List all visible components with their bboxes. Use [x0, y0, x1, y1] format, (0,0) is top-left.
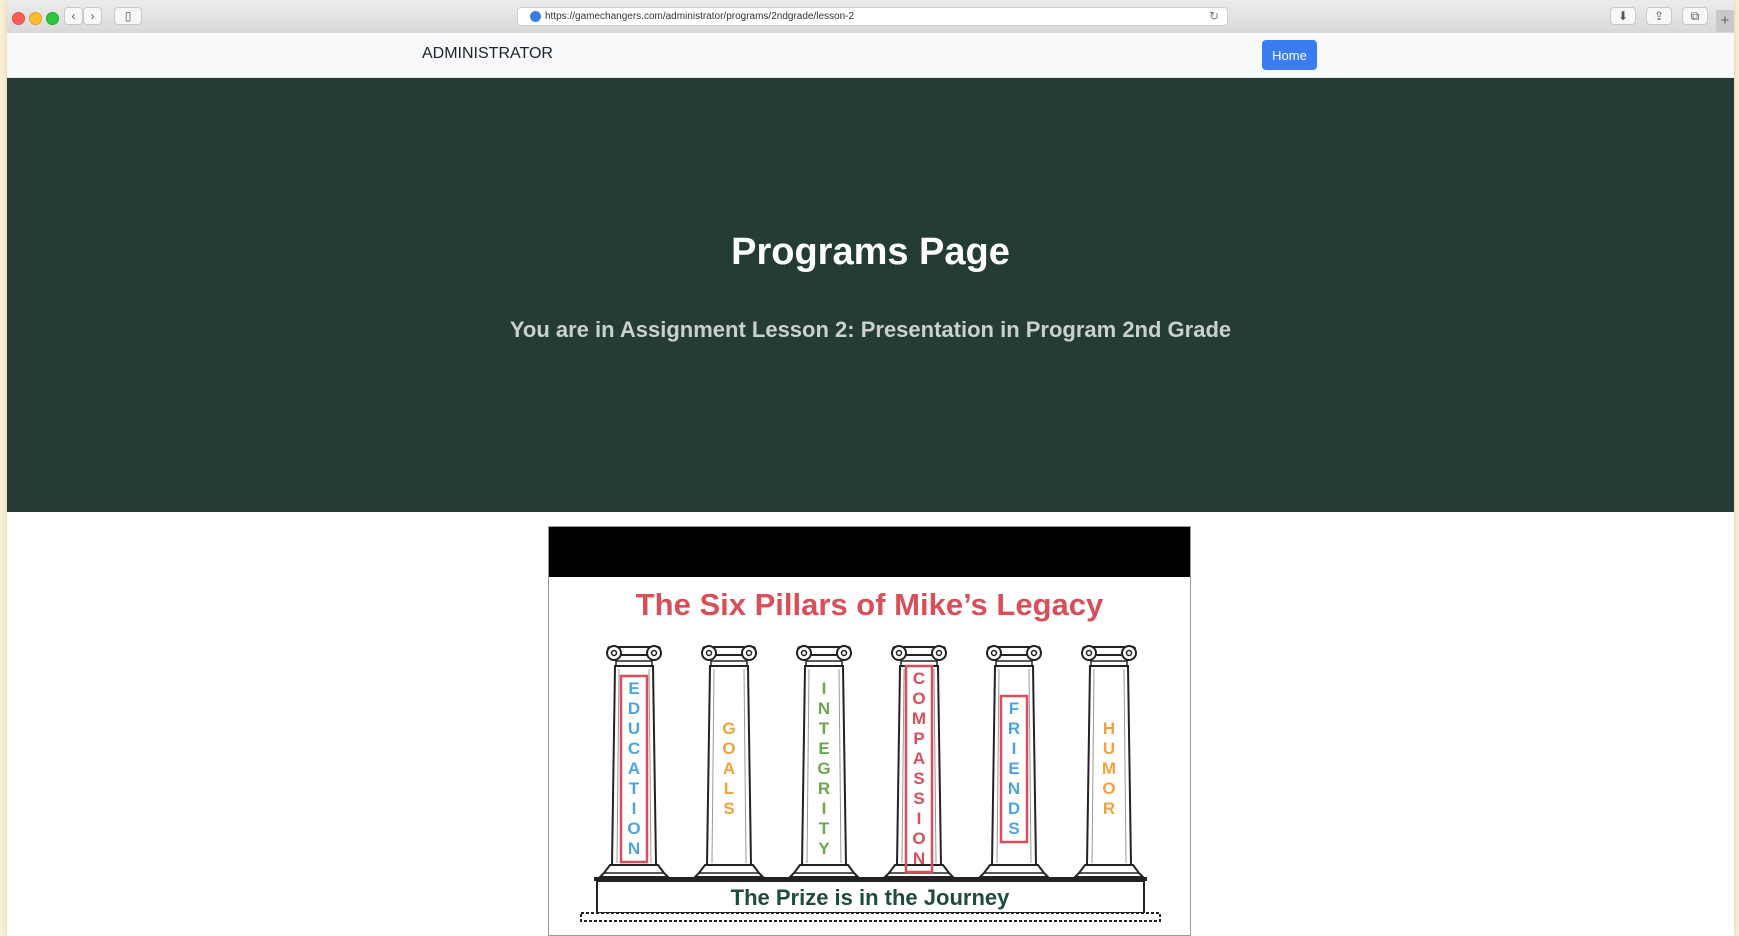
svg-text:S: S [913, 789, 924, 808]
navbar: ADMINISTRATOR Home [7, 33, 1734, 78]
svg-text:C: C [628, 739, 640, 758]
forward-icon[interactable]: › [83, 7, 102, 25]
pillar-compassion: COMPASSION [882, 645, 956, 878]
svg-text:A: A [723, 759, 735, 778]
share-icon[interactable]: ⇪ [1646, 7, 1672, 25]
svg-text:M: M [912, 709, 926, 728]
pillar-humor: HUMOR [1072, 645, 1146, 878]
back-icon[interactable]: ‹ [64, 7, 83, 25]
browser-window: ‹ › ▯ https://gamechangers.com/administr… [7, 0, 1734, 936]
svg-text:S: S [913, 769, 924, 788]
pillar-integrity: INTEGRITY [787, 645, 861, 878]
sidebar-icon[interactable]: ▯ [114, 7, 142, 25]
svg-text:N: N [1008, 779, 1020, 798]
svg-text:M: M [1102, 759, 1116, 778]
svg-text:T: T [629, 779, 640, 798]
svg-text:A: A [628, 759, 640, 778]
svg-text:T: T [819, 819, 830, 838]
svg-text:H: H [1103, 719, 1115, 738]
svg-text:D: D [628, 699, 640, 718]
pillars-illustration: EDUCATIONGOALSINTEGRITYCOMPASSIONFRIENDS… [580, 645, 1161, 922]
url-text: https://gamechangers.com/administrator/p… [545, 11, 855, 22]
svg-text:R: R [1103, 799, 1115, 818]
svg-text:U: U [628, 719, 640, 738]
address-bar[interactable]: https://gamechangers.com/administrator/p… [517, 7, 1228, 26]
svg-text:I: I [822, 799, 827, 818]
zoom-window-button[interactable] [46, 12, 59, 25]
svg-text:I: I [917, 809, 922, 828]
svg-text:P: P [913, 729, 924, 748]
svg-text:G: G [722, 719, 735, 738]
svg-text:E: E [628, 679, 639, 698]
svg-text:C: C [913, 669, 925, 688]
svg-text:O: O [722, 739, 735, 758]
svg-text:L: L [724, 779, 734, 798]
svg-text:S: S [723, 799, 734, 818]
svg-text:T: T [819, 719, 830, 738]
hero-banner: Programs Page You are in Assignment Less… [7, 78, 1734, 512]
pillar-goals: GOALS [692, 645, 766, 878]
globe-icon [530, 11, 541, 22]
new-tab-icon[interactable]: + [1716, 10, 1734, 32]
svg-text:R: R [1008, 719, 1020, 738]
browser-toolbar: ‹ › ▯ https://gamechangers.com/administr… [7, 0, 1734, 34]
slide-footer: The Prize is in the Journey [731, 885, 1011, 910]
svg-text:F: F [1009, 699, 1019, 718]
navbar-brand[interactable]: ADMINISTRATOR [422, 45, 553, 63]
reload-icon[interactable]: ↻ [1209, 9, 1219, 23]
svg-text:O: O [912, 689, 925, 708]
svg-text:N: N [628, 839, 640, 858]
svg-text:I: I [632, 799, 637, 818]
page-title: Programs Page [731, 231, 1010, 273]
svg-text:O: O [1102, 779, 1115, 798]
page-subtitle: You are in Assignment Lesson 2: Presenta… [509, 317, 1232, 342]
svg-text:R: R [818, 779, 830, 798]
svg-text:G: G [817, 759, 830, 778]
close-window-button[interactable] [12, 12, 25, 25]
platform-base [580, 912, 1161, 922]
svg-text:N: N [818, 699, 830, 718]
pillar-friends: FRIENDS [977, 645, 1051, 878]
svg-text:D: D [1008, 799, 1020, 818]
svg-text:S: S [1008, 819, 1019, 838]
svg-text:O: O [627, 819, 640, 838]
svg-text:U: U [1103, 739, 1115, 758]
home-button[interactable]: Home [1262, 40, 1317, 70]
svg-text:E: E [1008, 759, 1019, 778]
svg-text:A: A [913, 749, 925, 768]
downloads-icon[interactable]: ⬇ [1610, 7, 1636, 25]
svg-text:Y: Y [818, 839, 830, 858]
pillar-education: EDUCATION [597, 645, 671, 878]
svg-text:O: O [912, 829, 925, 848]
tabs-overview-icon[interactable]: ⧉ [1682, 7, 1708, 25]
svg-text:E: E [818, 739, 829, 758]
minimize-window-button[interactable] [29, 12, 42, 25]
svg-text:I: I [822, 679, 827, 698]
svg-text:N: N [913, 849, 925, 868]
svg-text:I: I [1012, 739, 1017, 758]
presentation-image: The Six Pillars of Mike’s Legacy EDUCATI… [548, 526, 1191, 936]
